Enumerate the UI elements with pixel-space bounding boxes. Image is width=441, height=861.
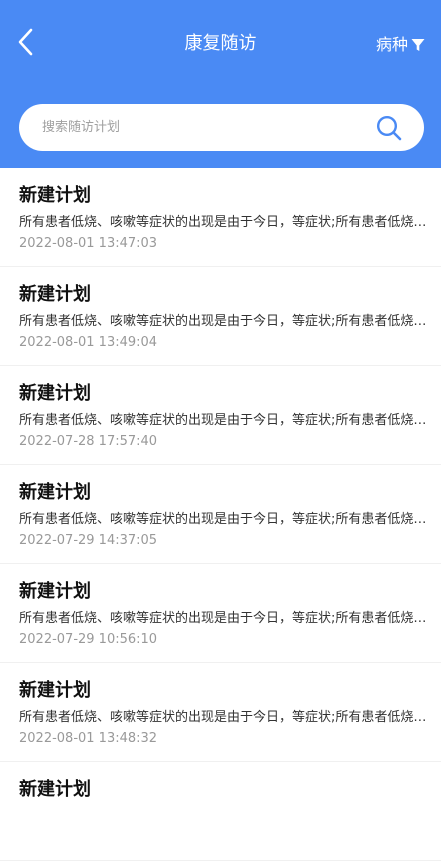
plan-title: 新建计划 xyxy=(19,779,91,800)
disease-filter-button[interactable]: 病种 xyxy=(376,33,425,57)
plan-title: 新建计划 xyxy=(19,284,91,305)
plan-title: 新建计划 xyxy=(19,482,91,503)
plan-timestamp: 2022-07-29 10:56:10 xyxy=(19,632,158,647)
plan-description: 所有患者低烧、咳嗽等症状的出现是由于今日，等症状;所有患者低烧、咳嗽等症状的出现… xyxy=(19,413,429,428)
list-item[interactable]: 新建计划所有患者低烧、咳嗽等症状的出现是由于今日，等症状;所有患者低烧、咳嗽等症… xyxy=(0,564,441,663)
plan-list: 新建计划所有患者低烧、咳嗽等症状的出现是由于今日，等症状;所有患者低烧、咳嗽等症… xyxy=(0,168,441,861)
search-icon[interactable] xyxy=(376,115,402,141)
funnel-icon xyxy=(411,39,425,51)
plan-title: 新建计划 xyxy=(19,581,91,602)
plan-description: 所有患者低烧、咳嗽等症状的出现是由于今日，等症状;所有患者低烧、咳嗽等症状的出现… xyxy=(19,215,429,230)
list-item[interactable]: 新建计划所有患者低烧、咳嗽等症状的出现是由于今日，等症状;所有患者低烧、咳嗽等症… xyxy=(0,168,441,267)
page-title: 康复随访 xyxy=(184,33,257,54)
search-input[interactable] xyxy=(42,104,362,151)
filter-label: 病种 xyxy=(375,35,408,54)
plan-description: 所有患者低烧、咳嗽等症状的出现是由于今日，等症状;所有患者低烧、咳嗽等症状的出现… xyxy=(19,710,429,725)
plan-timestamp: 2022-07-29 14:37:05 xyxy=(19,533,158,548)
plan-timestamp: 2022-08-01 13:49:04 xyxy=(19,335,158,350)
search-box xyxy=(19,104,424,151)
plan-description: 所有患者低烧、咳嗽等症状的出现是由于今日，等症状;所有患者低烧、咳嗽等症状的出现… xyxy=(19,611,429,626)
header-bar: 康复随访 病种 xyxy=(0,0,441,168)
plan-timestamp: 2022-08-01 13:47:03 xyxy=(19,236,158,251)
list-item[interactable]: 新建计划所有患者低烧、咳嗽等症状的出现是由于今日，等症状;所有患者低烧、咳嗽等症… xyxy=(0,465,441,564)
list-item[interactable]: 新建计划 xyxy=(0,762,441,861)
list-item[interactable]: 新建计划所有患者低烧、咳嗽等症状的出现是由于今日，等症状;所有患者低烧、咳嗽等症… xyxy=(0,663,441,762)
plan-timestamp: 2022-08-01 13:48:32 xyxy=(19,731,158,746)
plan-title: 新建计划 xyxy=(19,185,91,206)
plan-title: 新建计划 xyxy=(19,680,91,701)
plan-description: 所有患者低烧、咳嗽等症状的出现是由于今日，等症状;所有患者低烧、咳嗽等症状的出现… xyxy=(19,314,429,329)
plan-title: 新建计划 xyxy=(19,383,91,404)
list-item[interactable]: 新建计划所有患者低烧、咳嗽等症状的出现是由于今日，等症状;所有患者低烧、咳嗽等症… xyxy=(0,267,441,366)
plan-description: 所有患者低烧、咳嗽等症状的出现是由于今日，等症状;所有患者低烧、咳嗽等症状的出现… xyxy=(19,512,429,527)
list-item[interactable]: 新建计划所有患者低烧、咳嗽等症状的出现是由于今日，等症状;所有患者低烧、咳嗽等症… xyxy=(0,366,441,465)
plan-timestamp: 2022-07-28 17:57:40 xyxy=(19,434,158,449)
